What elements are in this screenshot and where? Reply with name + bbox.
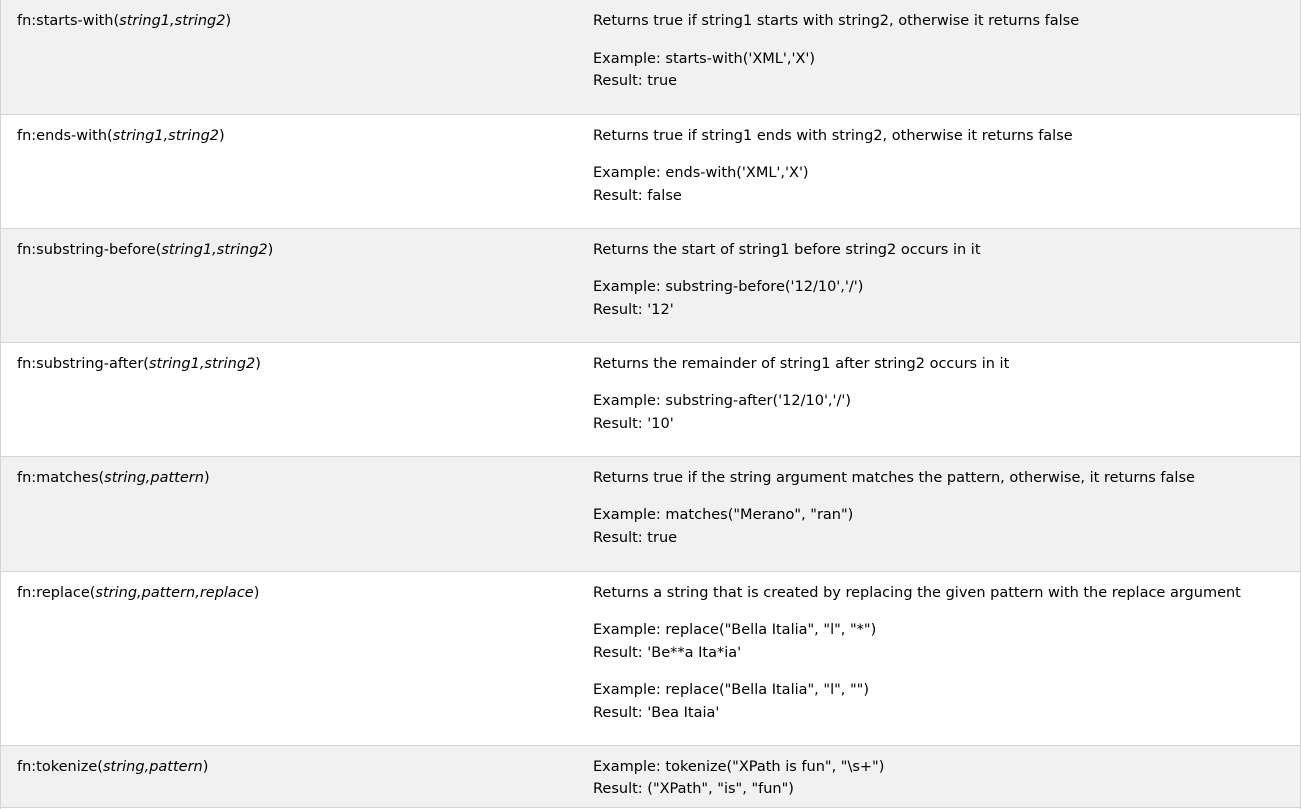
- function-name: fn:ends-with(: [17, 127, 113, 144]
- function-name: fn:matches(: [17, 469, 105, 486]
- result-line: Result: ("XPath", "is", "fun"): [593, 781, 794, 797]
- function-signature-cell: fn:substring-after(string1,string2): [1, 342, 593, 456]
- table-row-ends-with: fn:ends-with(string1,string2) Returns tr…: [1, 114, 1300, 228]
- function-description: Returns the start of string1 before stri…: [593, 241, 981, 258]
- function-name: fn:replace(: [17, 584, 96, 601]
- function-description-cell: Returns a string that is created by repl…: [593, 571, 1300, 745]
- result-line: Result: 'Bea Itaia': [593, 704, 720, 721]
- example-line: Example: substring-before('12/10','/'): [593, 279, 864, 295]
- function-description-cell: Example: tokenize("XPath is fun", "\s+")…: [593, 745, 1300, 807]
- function-arg: string2: [168, 127, 220, 144]
- function-reference-frame: fn:starts-with(string1,string2) Returns …: [0, 0, 1301, 809]
- function-signature-cell: fn:ends-with(string1,string2): [1, 114, 593, 228]
- function-signature-cell: fn:tokenize(string,pattern): [1, 745, 593, 807]
- result-line: Result: true: [593, 73, 678, 89]
- function-arg: string1: [112, 127, 164, 144]
- function-name: fn:starts-with(: [17, 13, 120, 29]
- function-signature: fn:ends-with(string1,string2): [17, 125, 593, 148]
- table-row-replace: fn:replace(string,pattern,replace) Retur…: [1, 571, 1300, 745]
- result-line: Result: true: [593, 529, 678, 546]
- function-signature: fn:substring-before(string1,string2): [17, 239, 593, 262]
- function-signature: fn:tokenize(string,pattern): [17, 756, 593, 779]
- result-line: Result: '12': [593, 301, 674, 318]
- result-line: Result: false: [593, 187, 682, 204]
- function-arg: pattern: [150, 469, 204, 486]
- function-name: fn:substring-after(: [17, 355, 149, 372]
- table-row-substring-before: fn:substring-before(string1,string2) Ret…: [1, 228, 1300, 342]
- function-description: Returns true if string1 starts with stri…: [593, 13, 1080, 29]
- function-paren: ): [225, 13, 232, 29]
- function-signature-cell: fn:replace(string,pattern,replace): [1, 571, 593, 745]
- function-paren: ): [255, 355, 261, 372]
- function-description-cell: Returns the remainder of string1 after s…: [593, 342, 1300, 456]
- function-signature: fn:substring-after(string1,string2): [17, 353, 593, 376]
- function-arg: string: [102, 758, 145, 775]
- function-name: fn:substring-before(: [17, 241, 162, 258]
- function-arg: string1: [161, 241, 213, 258]
- function-arg: string2: [216, 241, 268, 258]
- function-signature-cell: fn:substring-before(string1,string2): [1, 228, 593, 342]
- example-line: Example: starts-with('XML','X'): [593, 50, 816, 67]
- function-description-cell: Returns true if the string argument matc…: [593, 456, 1300, 571]
- function-arg: string1: [119, 13, 171, 29]
- function-signature: fn:replace(string,pattern,replace): [17, 582, 593, 605]
- table-row-substring-after: fn:substring-after(string1,string2) Retu…: [1, 342, 1300, 456]
- function-description-cell: Returns true if string1 ends with string…: [593, 114, 1300, 228]
- function-signature-cell: fn:starts-with(string1,string2): [1, 0, 593, 114]
- function-description-cell: Returns true if string1 starts with stri…: [593, 0, 1300, 114]
- example-line: Example: substring-after('12/10','/'): [593, 393, 852, 409]
- function-arg: string: [104, 469, 146, 486]
- function-arg: string2: [204, 355, 256, 372]
- example-line: Example: matches("Merano", "ran"): [593, 507, 854, 523]
- function-description: Returns true if the string argument matc…: [593, 469, 1195, 486]
- function-name: fn:tokenize(: [17, 758, 103, 775]
- function-description: Returns true if string1 ends with string…: [593, 127, 1073, 144]
- function-arg: pattern: [149, 758, 203, 775]
- example-line: Example: replace("Bella Italia", "l", ""…: [593, 682, 869, 698]
- result-line: Result: '10': [593, 415, 674, 432]
- function-paren: ): [267, 241, 274, 258]
- function-paren: ): [202, 758, 209, 775]
- function-arg: replace: [199, 584, 254, 601]
- function-paren: ): [253, 584, 260, 601]
- result-line: Result: 'Be**a Ita*ia': [593, 644, 742, 661]
- function-description-cell: Returns the start of string1 before stri…: [593, 228, 1300, 342]
- function-description: Returns a string that is created by repl…: [593, 584, 1241, 601]
- function-signature: fn:matches(string,pattern): [17, 467, 593, 490]
- function-paren: ): [219, 127, 225, 144]
- function-signature-cell: fn:matches(string,pattern): [1, 456, 593, 571]
- example-line: Example: ends-with('XML','X'): [593, 165, 809, 181]
- example-line: Example: tokenize("XPath is fun", "\s+"): [593, 758, 885, 775]
- function-arg: string2: [174, 13, 226, 29]
- example-line: Example: replace("Bella Italia", "l", "*…: [593, 622, 877, 638]
- function-arg: pattern: [141, 584, 196, 601]
- function-arg: string: [95, 584, 138, 601]
- table-row-tokenize: fn:tokenize(string,pattern) Example: tok…: [1, 745, 1300, 807]
- function-reference-table: fn:starts-with(string1,string2) Returns …: [1, 0, 1300, 808]
- function-description: Returns the remainder of string1 after s…: [593, 355, 1010, 372]
- function-arg: string1: [148, 355, 200, 372]
- function-paren: ): [203, 469, 210, 486]
- table-row-matches: fn:matches(string,pattern) Returns true …: [1, 456, 1300, 571]
- table-row-starts-with: fn:starts-with(string1,string2) Returns …: [1, 0, 1300, 114]
- function-signature: fn:starts-with(string1,string2): [17, 10, 593, 33]
